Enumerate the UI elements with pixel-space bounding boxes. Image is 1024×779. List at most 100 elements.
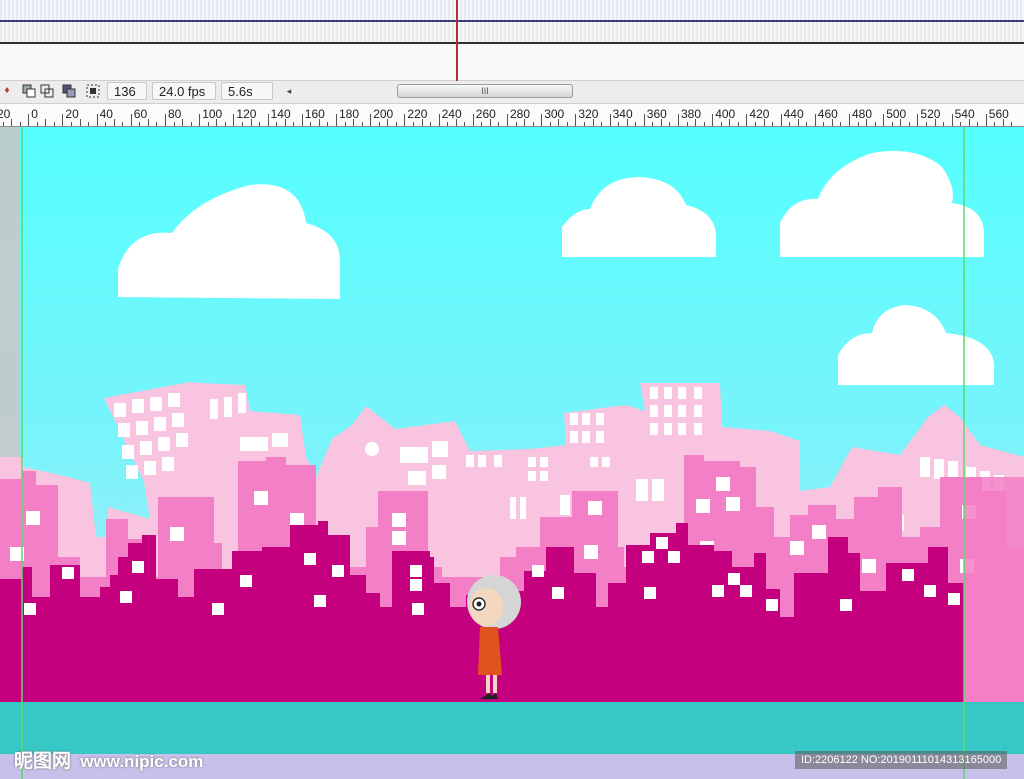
ruler-minor-tick — [977, 122, 979, 126]
ruler-minor-tick — [310, 122, 312, 126]
ruler-minor-tick — [806, 122, 808, 126]
ruler-major-tick — [951, 114, 953, 126]
ruler-minor-tick — [874, 122, 876, 126]
frame-rate-field[interactable]: 24.0 fps — [152, 82, 216, 100]
timeline-frame-row[interactable] — [0, 0, 1024, 22]
ruler-minor-tick — [36, 122, 38, 126]
watermark-brand-name: 昵图网 — [14, 751, 72, 772]
ruler-minor-tick — [122, 122, 124, 126]
ruler-minor-tick — [934, 119, 936, 126]
ruler-minor-tick — [583, 122, 585, 126]
ruler-minor-tick — [259, 122, 261, 126]
ruler-label: 420 — [749, 107, 770, 121]
ruler-minor-tick — [139, 122, 141, 126]
timeline-empty-area — [0, 44, 1024, 81]
center-frame-icon[interactable]: ♦ — [0, 84, 14, 98]
offstage-area — [0, 127, 20, 457]
timeline-frame-row[interactable] — [0, 22, 1024, 44]
ruler-minor-tick — [464, 122, 466, 126]
ruler-major-tick — [712, 114, 714, 126]
ruler-minor-tick — [660, 119, 662, 126]
timeline-panel — [0, 0, 1024, 82]
scroll-left-icon[interactable]: ◂ — [283, 84, 295, 98]
ruler-label: 260 — [475, 107, 496, 121]
ruler-minor-tick — [353, 119, 355, 126]
ruler-minor-tick — [421, 119, 423, 126]
playhead-line[interactable] — [456, 0, 458, 81]
ruler-minor-tick — [703, 122, 705, 126]
ruler-minor-tick — [395, 122, 397, 126]
ruler-major-tick — [883, 114, 885, 126]
ruler-major-tick — [28, 114, 30, 126]
ruler-minor-tick — [276, 122, 278, 126]
ruler-label: 160 — [304, 107, 325, 121]
ruler-minor-tick — [866, 119, 868, 126]
watermark-id: ID:2206122 NO:20190111014313165000 — [795, 751, 1008, 769]
ruler-minor-tick — [318, 119, 320, 126]
ruler-minor-tick — [823, 122, 825, 126]
ruler-major-tick — [199, 114, 201, 126]
ruler-minor-tick — [284, 119, 286, 126]
stage-area[interactable] — [0, 127, 1024, 779]
ruler-label: 140 — [270, 107, 291, 121]
ruler-label: 20 — [65, 107, 79, 121]
ruler-minor-tick — [857, 122, 859, 126]
watermark-site: www.nipic.com — [80, 752, 204, 771]
ruler-minor-tick — [447, 122, 449, 126]
ruler-major-tick — [507, 114, 508, 126]
horizontal-scrollbar-thumb[interactable]: III — [397, 84, 573, 98]
ruler-minor-tick — [558, 119, 560, 126]
ruler-minor-tick — [182, 119, 184, 126]
ruler-minor-tick — [1011, 122, 1013, 126]
ruler-minor-tick — [173, 122, 175, 126]
ruler-minor-tick — [207, 122, 209, 126]
ruler-label: 80 — [168, 107, 182, 121]
ruler-minor-tick — [754, 122, 756, 126]
ruler-minor-tick — [327, 122, 329, 126]
offstage-buildings — [964, 477, 1024, 702]
ruler-major-tick — [165, 114, 166, 126]
ruler-label: 320 — [578, 107, 599, 121]
ruler-major-tick — [62, 114, 64, 126]
ruler-minor-tick — [943, 122, 945, 126]
ruler-minor-tick — [532, 122, 534, 126]
elapsed-time-field: 5.6s — [221, 82, 273, 100]
onion-skin-icon[interactable] — [22, 84, 36, 98]
ruler-major-tick — [267, 114, 269, 126]
ruler-minor-tick — [19, 122, 21, 126]
ruler-minor-tick — [147, 119, 149, 126]
ruler-major-tick — [404, 114, 406, 126]
ruler-minor-tick — [11, 119, 13, 126]
ruler-label: 180 — [339, 107, 360, 121]
ruler-label: 20 — [0, 107, 11, 121]
ruler-minor-tick — [695, 119, 697, 126]
ruler-minor-tick — [430, 122, 432, 126]
ruler-minor-tick — [626, 119, 628, 126]
ruler-minor-tick — [45, 119, 47, 126]
ruler-minor-tick — [113, 119, 115, 126]
onion-markers-icon[interactable] — [86, 84, 100, 98]
ruler-minor-tick — [361, 122, 363, 126]
stage-canvas[interactable] — [0, 127, 1024, 779]
ruler-label: 440 — [783, 107, 804, 121]
ruler-label: 120 — [236, 107, 257, 121]
ruler-minor-tick — [216, 119, 218, 126]
ruler-minor-tick — [524, 119, 526, 126]
ruler-minor-tick — [53, 122, 55, 126]
ruler-label: 280 — [510, 107, 531, 121]
ruler-label: 540 — [954, 107, 975, 121]
ruler-minor-tick — [840, 122, 842, 126]
ruler-major-tick — [643, 114, 645, 126]
ruler-label: 300 — [544, 107, 565, 121]
ruler-major-tick — [746, 114, 748, 126]
ruler-major-tick — [609, 114, 611, 126]
edit-multiple-icon[interactable] — [62, 84, 76, 98]
ruler-minor-tick — [224, 122, 226, 126]
ruler-major-tick — [541, 114, 543, 126]
ruler-minor-tick — [831, 119, 833, 126]
onion-outline-icon[interactable] — [40, 84, 54, 98]
ruler-minor-tick — [737, 122, 739, 126]
ruler-label: 360 — [646, 107, 667, 121]
ruler-minor-tick — [772, 122, 774, 126]
ruler-minor-tick — [601, 122, 603, 126]
